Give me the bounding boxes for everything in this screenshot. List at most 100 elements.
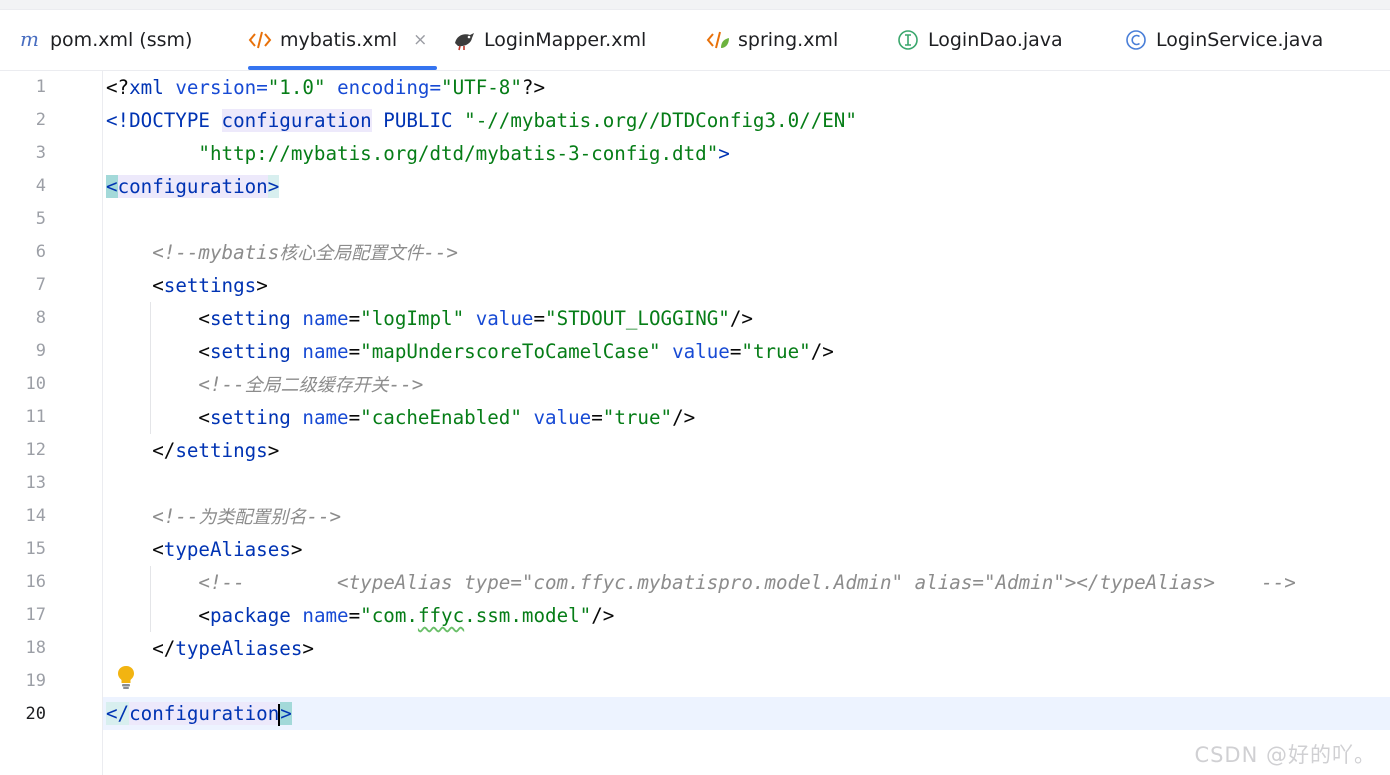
line-number: 17 bbox=[25, 605, 46, 625]
editor-tab-bar: m pom.xml (ssm) mybatis.xml × LoginMappe… bbox=[0, 10, 1390, 71]
line-number: 18 bbox=[25, 638, 46, 658]
tag-bracket: > bbox=[718, 142, 730, 165]
close-icon[interactable]: × bbox=[413, 30, 427, 50]
tab-label: spring.xml bbox=[738, 29, 839, 51]
comment: <!-- bbox=[106, 505, 199, 528]
code-line-12: </settings> bbox=[106, 434, 279, 467]
attr-name: value bbox=[464, 307, 534, 330]
code-line-15: <typeAliases> bbox=[106, 533, 302, 566]
spring-xml-icon bbox=[706, 28, 730, 52]
tag-name: typeAliases bbox=[163, 538, 291, 561]
tag-bracket: > bbox=[302, 637, 314, 660]
equals: = bbox=[729, 340, 742, 363]
attr-name: name bbox=[290, 604, 349, 627]
line-number: 6 bbox=[35, 242, 46, 262]
line-number: 12 bbox=[25, 440, 46, 460]
tag-name: setting bbox=[209, 307, 291, 330]
tag-name: configuration bbox=[129, 702, 280, 725]
attr-value: "1.0" bbox=[267, 76, 326, 99]
code-line-14: <!--为类配置别名--> bbox=[106, 500, 341, 533]
tag-bracket-matched: > bbox=[280, 702, 292, 725]
comment-cjk: 为类配置别名 bbox=[198, 507, 307, 528]
tag-name: settings bbox=[163, 274, 257, 297]
xml-decl-open: <? bbox=[106, 76, 130, 99]
attr-name: name bbox=[290, 307, 349, 330]
tab-logindao-java[interactable]: LoginDao.java bbox=[896, 10, 1063, 70]
tag-name: setting bbox=[209, 406, 291, 429]
line-number: 11 bbox=[25, 407, 46, 427]
line-number: 13 bbox=[25, 473, 46, 493]
tab-pom-xml[interactable]: m pom.xml (ssm) bbox=[18, 10, 192, 70]
equals: = bbox=[256, 76, 268, 99]
tag-name: setting bbox=[209, 340, 291, 363]
equals: = bbox=[533, 307, 546, 330]
line-number: 9 bbox=[35, 341, 46, 361]
doctype-root: configuration bbox=[221, 109, 372, 132]
tab-spring-xml[interactable]: spring.xml bbox=[706, 10, 838, 70]
attr-value: "mapUnderscoreToCamelCase" bbox=[360, 340, 661, 363]
intention-bulb-icon[interactable] bbox=[116, 664, 136, 690]
attr-name: value bbox=[521, 406, 592, 429]
window-top-strip bbox=[0, 0, 1390, 10]
tag-bracket: > bbox=[267, 439, 280, 462]
maven-m-icon: m bbox=[18, 28, 42, 52]
tag-bracket: /> bbox=[591, 604, 615, 627]
class-c-icon bbox=[1124, 28, 1148, 52]
code-line-3: "http://mybatis.org/dtd/mybatis-3-config… bbox=[106, 137, 730, 170]
line-number: 2 bbox=[35, 110, 46, 130]
tab-label: mybatis.xml bbox=[280, 29, 398, 51]
code-line-11: <setting name="cacheEnabled" value="true… bbox=[106, 401, 695, 434]
equals: = bbox=[429, 76, 442, 99]
equals: = bbox=[348, 406, 361, 429]
tag-name: package bbox=[209, 604, 291, 627]
doctype-id: "-//mybatis.org//DTDConfig3.0//EN" bbox=[464, 109, 857, 132]
tab-mybatis-xml[interactable]: mybatis.xml × bbox=[248, 10, 437, 70]
spelling-typo: ffyc bbox=[417, 604, 465, 627]
tab-label: LoginDao.java bbox=[928, 29, 1063, 51]
equals: = bbox=[348, 604, 361, 627]
code-line-8: <setting name="logImpl" value="STDOUT_LO… bbox=[106, 302, 753, 335]
tag-bracket: < bbox=[106, 274, 164, 297]
tag-bracket: </ bbox=[106, 702, 130, 725]
equals: = bbox=[348, 307, 361, 330]
tag-bracket: < bbox=[106, 340, 210, 363]
line-number: 19 bbox=[25, 671, 46, 691]
tag-bracket: /> bbox=[729, 307, 753, 330]
code-line-6: <!--mybatis核心全局配置文件--> bbox=[106, 236, 458, 269]
tag-bracket: /> bbox=[810, 340, 834, 363]
tag-bracket: < bbox=[106, 604, 210, 627]
attr-name: encoding bbox=[325, 76, 430, 99]
line-number: 1 bbox=[35, 77, 46, 97]
xml-decl-close: ?> bbox=[521, 76, 546, 99]
commented-type-alias: <!-- <typeAlias type="com.ffyc.mybatispr… bbox=[106, 571, 1296, 594]
tag-bracket: > bbox=[256, 274, 268, 297]
comment: <!-- bbox=[106, 373, 245, 396]
doctype-url: "http://mybatis.org/dtd/mybatis-3-config… bbox=[106, 142, 719, 165]
tag-bracket: < bbox=[106, 406, 210, 429]
attr-value: "logImpl" bbox=[360, 307, 465, 330]
tag-name: typeAliases bbox=[175, 637, 303, 660]
tag-bracket: </ bbox=[106, 439, 176, 462]
attr-name: name bbox=[290, 406, 349, 429]
code-line-10: <!--全局二级缓存开关--> bbox=[106, 368, 423, 401]
tab-loginmapper-xml[interactable]: LoginMapper.xml bbox=[452, 10, 646, 70]
attr-value: .ssm.model" bbox=[464, 604, 592, 627]
mybatis-bird-icon bbox=[452, 28, 476, 52]
tag-bracket: > bbox=[267, 175, 280, 198]
tab-label: LoginMapper.xml bbox=[484, 29, 647, 51]
tag-name: settings bbox=[175, 439, 268, 462]
line-number: 14 bbox=[25, 506, 46, 526]
code-line-20: </configuration> bbox=[106, 697, 292, 730]
code-line-1: <?xml version="1.0" encoding="UTF-8"?> bbox=[106, 71, 545, 104]
attr-value: "com. bbox=[360, 604, 418, 627]
attr-value: "STDOUT_LOGGING" bbox=[545, 307, 730, 330]
comment-cjk: 核心全局配置文件 bbox=[279, 243, 424, 264]
attr-value: "UTF-8" bbox=[441, 76, 522, 99]
comment-end: --> bbox=[306, 505, 342, 528]
tag-bracket: </ bbox=[106, 637, 176, 660]
tab-label: pom.xml (ssm) bbox=[50, 29, 193, 51]
attr-value: "true" bbox=[602, 406, 673, 429]
tab-loginservice-java[interactable]: LoginService.java bbox=[1124, 10, 1323, 70]
tag-bracket: < bbox=[106, 307, 210, 330]
line-number: 7 bbox=[35, 275, 46, 295]
